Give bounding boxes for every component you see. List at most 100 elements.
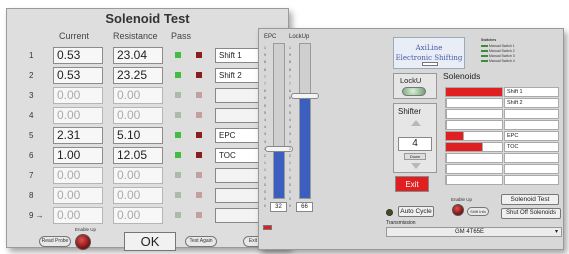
solenoid-bar-cell — [445, 109, 503, 119]
resistance-cell: 12.05 — [113, 147, 163, 164]
switch-label: Manual Switch 4 — [489, 59, 515, 63]
window-title: Solenoid Test — [105, 11, 190, 26]
fail-indicator — [196, 152, 202, 158]
switch-label: Manual Switch 2 — [489, 49, 515, 53]
fail-indicator — [196, 132, 202, 138]
current-cell: 2.31 — [53, 127, 103, 144]
epc-slider[interactable] — [273, 43, 285, 199]
row-number: 5 — [29, 131, 34, 140]
row-number: 6 — [29, 151, 34, 160]
solenoid-label — [504, 153, 559, 163]
solenoid-label — [504, 164, 559, 174]
current-cell: 0.53 — [53, 47, 103, 64]
resistance-cell: 5.10 — [113, 127, 163, 144]
switch-item: Manual Switch 4 — [481, 59, 515, 63]
switch-item: Manual Switch 3 — [481, 54, 515, 58]
auto-cycle-button[interactable]: Auto Cycle — [398, 206, 434, 217]
lockup-slider-thumb[interactable] — [291, 93, 319, 99]
solenoid-level-bar — [445, 164, 447, 174]
pass-indicator — [175, 132, 181, 138]
enable-label: Enable Up — [75, 227, 97, 232]
resistance-cell: 0.00 — [113, 107, 163, 124]
epc-scale: 19887766554433221100000 — [264, 46, 266, 209]
pass-indicator — [175, 152, 181, 158]
solenoid-level-bar — [445, 142, 483, 152]
row-number: 1 — [29, 51, 34, 60]
solenoids-title: Solenoids — [443, 71, 481, 81]
shifter-title: Shifter — [398, 107, 422, 116]
row-number: 2 — [29, 71, 34, 80]
solenoid-label — [504, 109, 559, 119]
pass-header: Pass — [171, 31, 192, 41]
fail-indicator — [196, 92, 202, 98]
solenoid-test-window: Solenoid Test Current Resistance Pass 1 0… — [6, 8, 289, 251]
shut-off-solenoids-button[interactable]: Shut Off Solenoids — [501, 208, 561, 219]
lockup-toggle[interactable] — [402, 87, 426, 96]
logo-line1: AxiLine — [415, 44, 443, 52]
epc-slider-label: EPC — [264, 34, 277, 40]
resistance-cell: 0.00 — [113, 187, 163, 204]
logo-field — [422, 62, 438, 66]
axiline-logo: AxiLine Electronic Shifting — [393, 37, 465, 69]
pass-indicator — [175, 52, 181, 58]
switch-item: Manual Switch 2 — [481, 49, 515, 53]
enable-up-knob[interactable] — [452, 204, 464, 216]
test-again-button[interactable]: Test Again — [185, 236, 217, 247]
switch-indicator — [481, 54, 488, 58]
transmission-window: EPC LockUp 19887766554433221100000 19887… — [258, 28, 564, 250]
current-cell: 0.00 — [53, 107, 103, 124]
row-number: 9 → — [29, 211, 44, 220]
row-number: 7 — [29, 171, 34, 180]
lockup-scale: 19887766554433221100000 — [289, 46, 291, 209]
current-cell: 0.53 — [53, 67, 103, 84]
shift-up-icon[interactable] — [411, 120, 421, 126]
switches-title: Switches — [481, 38, 497, 42]
down-button[interactable]: Down — [404, 153, 426, 160]
shifter-panel: Shifter 4 Down — [393, 103, 437, 173]
solenoid-label: Shift 2 — [504, 98, 559, 108]
current-cell: 0.00 — [53, 207, 103, 224]
solenoid-level-bar — [445, 175, 447, 185]
lockup-slider[interactable] — [299, 43, 311, 199]
solenoid-label: EPC — [504, 131, 559, 141]
solenoid-level-bar — [445, 98, 447, 108]
enable-knob[interactable] — [75, 234, 91, 250]
pass-indicator — [175, 72, 181, 78]
switch-indicator — [481, 49, 488, 53]
lockup-slider-label: LockUp — [289, 34, 310, 40]
chevron-down-icon: ▾ — [554, 229, 558, 235]
row-number: 8 — [29, 191, 34, 200]
shift-down-icon[interactable] — [411, 163, 421, 169]
solenoid-label: TOC — [504, 142, 559, 152]
shift-info-button[interactable]: Shift Info — [467, 207, 489, 216]
pass-indicator — [175, 212, 181, 218]
solenoid-label — [504, 120, 559, 130]
switch-indicator — [481, 59, 488, 63]
row-number: 3 — [29, 91, 34, 100]
lockup-value: 66 — [296, 202, 313, 212]
current-cell: 0.00 — [53, 87, 103, 104]
lockup-panel: LockU — [393, 73, 437, 99]
pass-indicator — [175, 192, 181, 198]
gear-display: 4 — [398, 137, 432, 151]
auto-cycle-indicator — [386, 209, 393, 216]
read-probe-button[interactable]: Read Probe — [39, 236, 71, 247]
solenoid-test-button[interactable]: Solenoid Test — [501, 194, 559, 205]
fail-indicator — [196, 212, 202, 218]
epc-slider-fill — [274, 148, 284, 198]
fail-indicator — [196, 172, 202, 178]
fail-indicator — [196, 72, 202, 78]
transmission-select[interactable]: GM 4T65E ▾ — [386, 227, 562, 237]
switch-indicator — [481, 44, 488, 48]
resistance-cell: 0.00 — [113, 167, 163, 184]
switch-label: Manual Switch 3 — [489, 54, 515, 58]
warning-indicator — [263, 225, 272, 230]
exit-button[interactable]: Exit — [395, 176, 429, 192]
solenoid-level-bar — [445, 120, 447, 130]
switch-label: Manual Switch 1 — [489, 44, 515, 48]
ok-button[interactable]: OK — [124, 232, 176, 251]
lockup-button-label: LockU — [400, 76, 422, 85]
solenoid-label — [504, 175, 559, 185]
current-header: Current — [59, 31, 90, 41]
solenoid-bar-cell — [445, 153, 503, 163]
